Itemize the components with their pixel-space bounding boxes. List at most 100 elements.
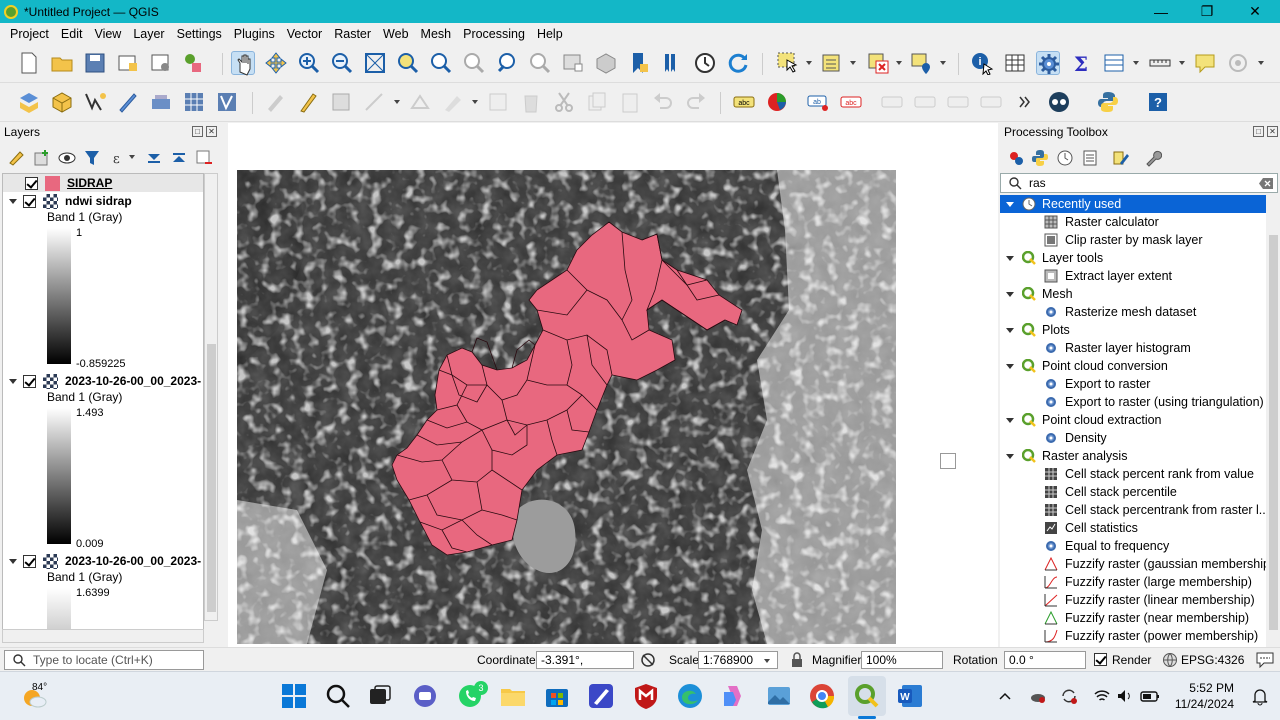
new-print-layout-icon[interactable] (116, 51, 140, 75)
algorithm-item[interactable]: Export to raster (using triangulation) (1000, 393, 1266, 411)
pan-to-selection-icon[interactable] (264, 51, 288, 75)
open-layer-styling-icon[interactable] (8, 149, 26, 167)
layer-visibility-checkbox[interactable] (25, 176, 38, 190)
menu-edit[interactable]: Edit (55, 27, 89, 41)
algorithm-item[interactable]: Fuzzify raster (power membership) (1000, 627, 1266, 645)
group-plots[interactable]: Plots (1000, 321, 1266, 339)
new-3d-map-view-icon[interactable] (594, 51, 618, 75)
processing-toolbox-icon[interactable] (1036, 51, 1060, 75)
filter-expression-icon[interactable]: ε (107, 149, 125, 167)
scripts-icon[interactable] (1031, 149, 1049, 167)
group-raster-analysis[interactable]: Raster analysis (1000, 447, 1266, 465)
pan-map-icon[interactable] (231, 51, 255, 76)
help-icon[interactable]: ? (1146, 90, 1170, 114)
algorithm-item[interactable]: Fuzzify raster (large membership) (1000, 573, 1266, 591)
menu-layer[interactable]: Layer (127, 27, 170, 41)
new-map-view-icon[interactable] (561, 51, 585, 75)
deselect-features-icon[interactable] (866, 51, 890, 75)
new-shapefile-icon[interactable] (83, 90, 107, 114)
open-field-calculator-icon[interactable] (1102, 51, 1126, 75)
canvas-decoration-icon[interactable] (940, 453, 956, 469)
group-point-cloud-conversion[interactable]: Point cloud conversion (1000, 357, 1266, 375)
quickmapservices-icon[interactable] (1047, 90, 1071, 114)
select-by-value-icon[interactable] (820, 51, 844, 75)
move-label-icon[interactable] (913, 90, 937, 114)
map-view[interactable] (237, 170, 896, 644)
notifications-icon[interactable] (1250, 686, 1270, 706)
algorithm-item[interactable]: Clip raster by mask layer (1000, 231, 1266, 249)
layer-visibility-checkbox[interactable] (23, 374, 36, 388)
map-canvas[interactable] (228, 123, 998, 647)
zoom-next-icon[interactable] (528, 51, 552, 75)
data-source-manager-icon[interactable] (17, 90, 41, 114)
algorithm-item[interactable]: Raster calculator (1000, 213, 1266, 231)
copy-features-icon[interactable] (585, 90, 609, 114)
save-project-icon[interactable] (83, 51, 107, 75)
layer-item-sidrap[interactable]: SIDRAP (3, 174, 203, 192)
save-edits-icon[interactable] (329, 90, 353, 114)
expand-toggle-icon[interactable] (9, 558, 17, 564)
algorithm-item[interactable]: Raster layer histogram (1000, 339, 1266, 357)
zoom-full-icon[interactable] (363, 51, 387, 75)
battery-icon[interactable] (1140, 687, 1160, 705)
temporal-controller-icon[interactable] (693, 51, 717, 75)
menu-web[interactable]: Web (377, 27, 414, 41)
redo-icon[interactable] (684, 90, 708, 114)
restore-button[interactable]: ❐ (1184, 0, 1230, 23)
clear-search-icon[interactable] (1259, 178, 1273, 189)
algorithm-item[interactable]: Density (1000, 429, 1266, 447)
search-icon[interactable] (324, 682, 352, 710)
menu-view[interactable]: View (88, 27, 127, 41)
menu-settings[interactable]: Settings (171, 27, 228, 41)
algorithm-item[interactable]: Cell stack percent rank from value (1000, 465, 1266, 483)
task-view-icon[interactable] (366, 682, 394, 710)
menu-mesh[interactable]: Mesh (415, 27, 458, 41)
new-geopackage-icon[interactable] (50, 90, 74, 114)
layers-vertical-scrollbar[interactable] (204, 173, 218, 621)
zoom-last-icon[interactable] (495, 51, 519, 75)
pin-labels-icon[interactable]: abc (839, 90, 863, 114)
undo-icon[interactable] (651, 90, 675, 114)
algorithm-item[interactable]: Cell statistics (1000, 519, 1266, 537)
python-console-icon[interactable] (1096, 90, 1120, 114)
algorithm-item[interactable]: Fuzzify raster (near membership) (1000, 609, 1266, 627)
history-icon[interactable] (1056, 149, 1074, 167)
manage-map-themes-icon[interactable] (58, 149, 76, 167)
menu-plugins[interactable]: Plugins (228, 27, 281, 41)
windows-start-icon[interactable] (280, 682, 308, 710)
zoom-to-selection-icon[interactable] (396, 51, 420, 75)
layer-visibility-checkbox[interactable] (23, 194, 36, 208)
toggle-editing-icon[interactable] (296, 90, 320, 114)
measure-line-icon[interactable] (1148, 51, 1172, 75)
modify-attributes-icon[interactable] (441, 90, 465, 114)
menu-project[interactable]: Project (4, 27, 55, 41)
add-feature-icon[interactable] (362, 90, 386, 114)
expand-toggle-icon[interactable] (9, 198, 17, 204)
messages-icon[interactable] (1256, 652, 1274, 668)
show-bookmarks-icon[interactable] (660, 51, 684, 75)
gps-icon[interactable] (1226, 51, 1250, 75)
group-point-cloud-extraction[interactable]: Point cloud extraction (1000, 411, 1266, 429)
menu-raster[interactable]: Raster (328, 27, 377, 41)
close-panel-icon[interactable]: ✕ (206, 126, 217, 137)
label-toolbar-icon[interactable]: abc (732, 90, 756, 114)
paste-features-icon[interactable] (618, 90, 642, 114)
layer-visibility-checkbox[interactable] (23, 554, 36, 568)
add-raster-icon[interactable] (182, 90, 206, 114)
layout-manager-icon[interactable] (149, 51, 173, 75)
file-explorer-icon[interactable] (499, 682, 527, 710)
crs-label[interactable]: EPSG:4326 (1181, 653, 1244, 667)
chrome-icon[interactable] (808, 682, 836, 710)
expand-all-icon[interactable] (145, 149, 163, 167)
wifi-icon[interactable] (1093, 687, 1111, 705)
zoom-to-layer-icon[interactable] (429, 51, 453, 75)
teams-chat-icon[interactable] (411, 682, 439, 710)
float-panel-icon[interactable]: □ (1253, 126, 1264, 137)
more-tools-chevron-icon[interactable] (1012, 90, 1036, 114)
zoom-native-icon[interactable] (462, 51, 486, 75)
chevron-up-icon[interactable] (998, 689, 1012, 703)
new-temporary-layer-icon[interactable] (116, 90, 140, 114)
vertex-tool-icon[interactable] (408, 90, 432, 114)
map-tips-icon[interactable] (1193, 51, 1217, 75)
filter-legend-icon[interactable] (83, 149, 101, 167)
